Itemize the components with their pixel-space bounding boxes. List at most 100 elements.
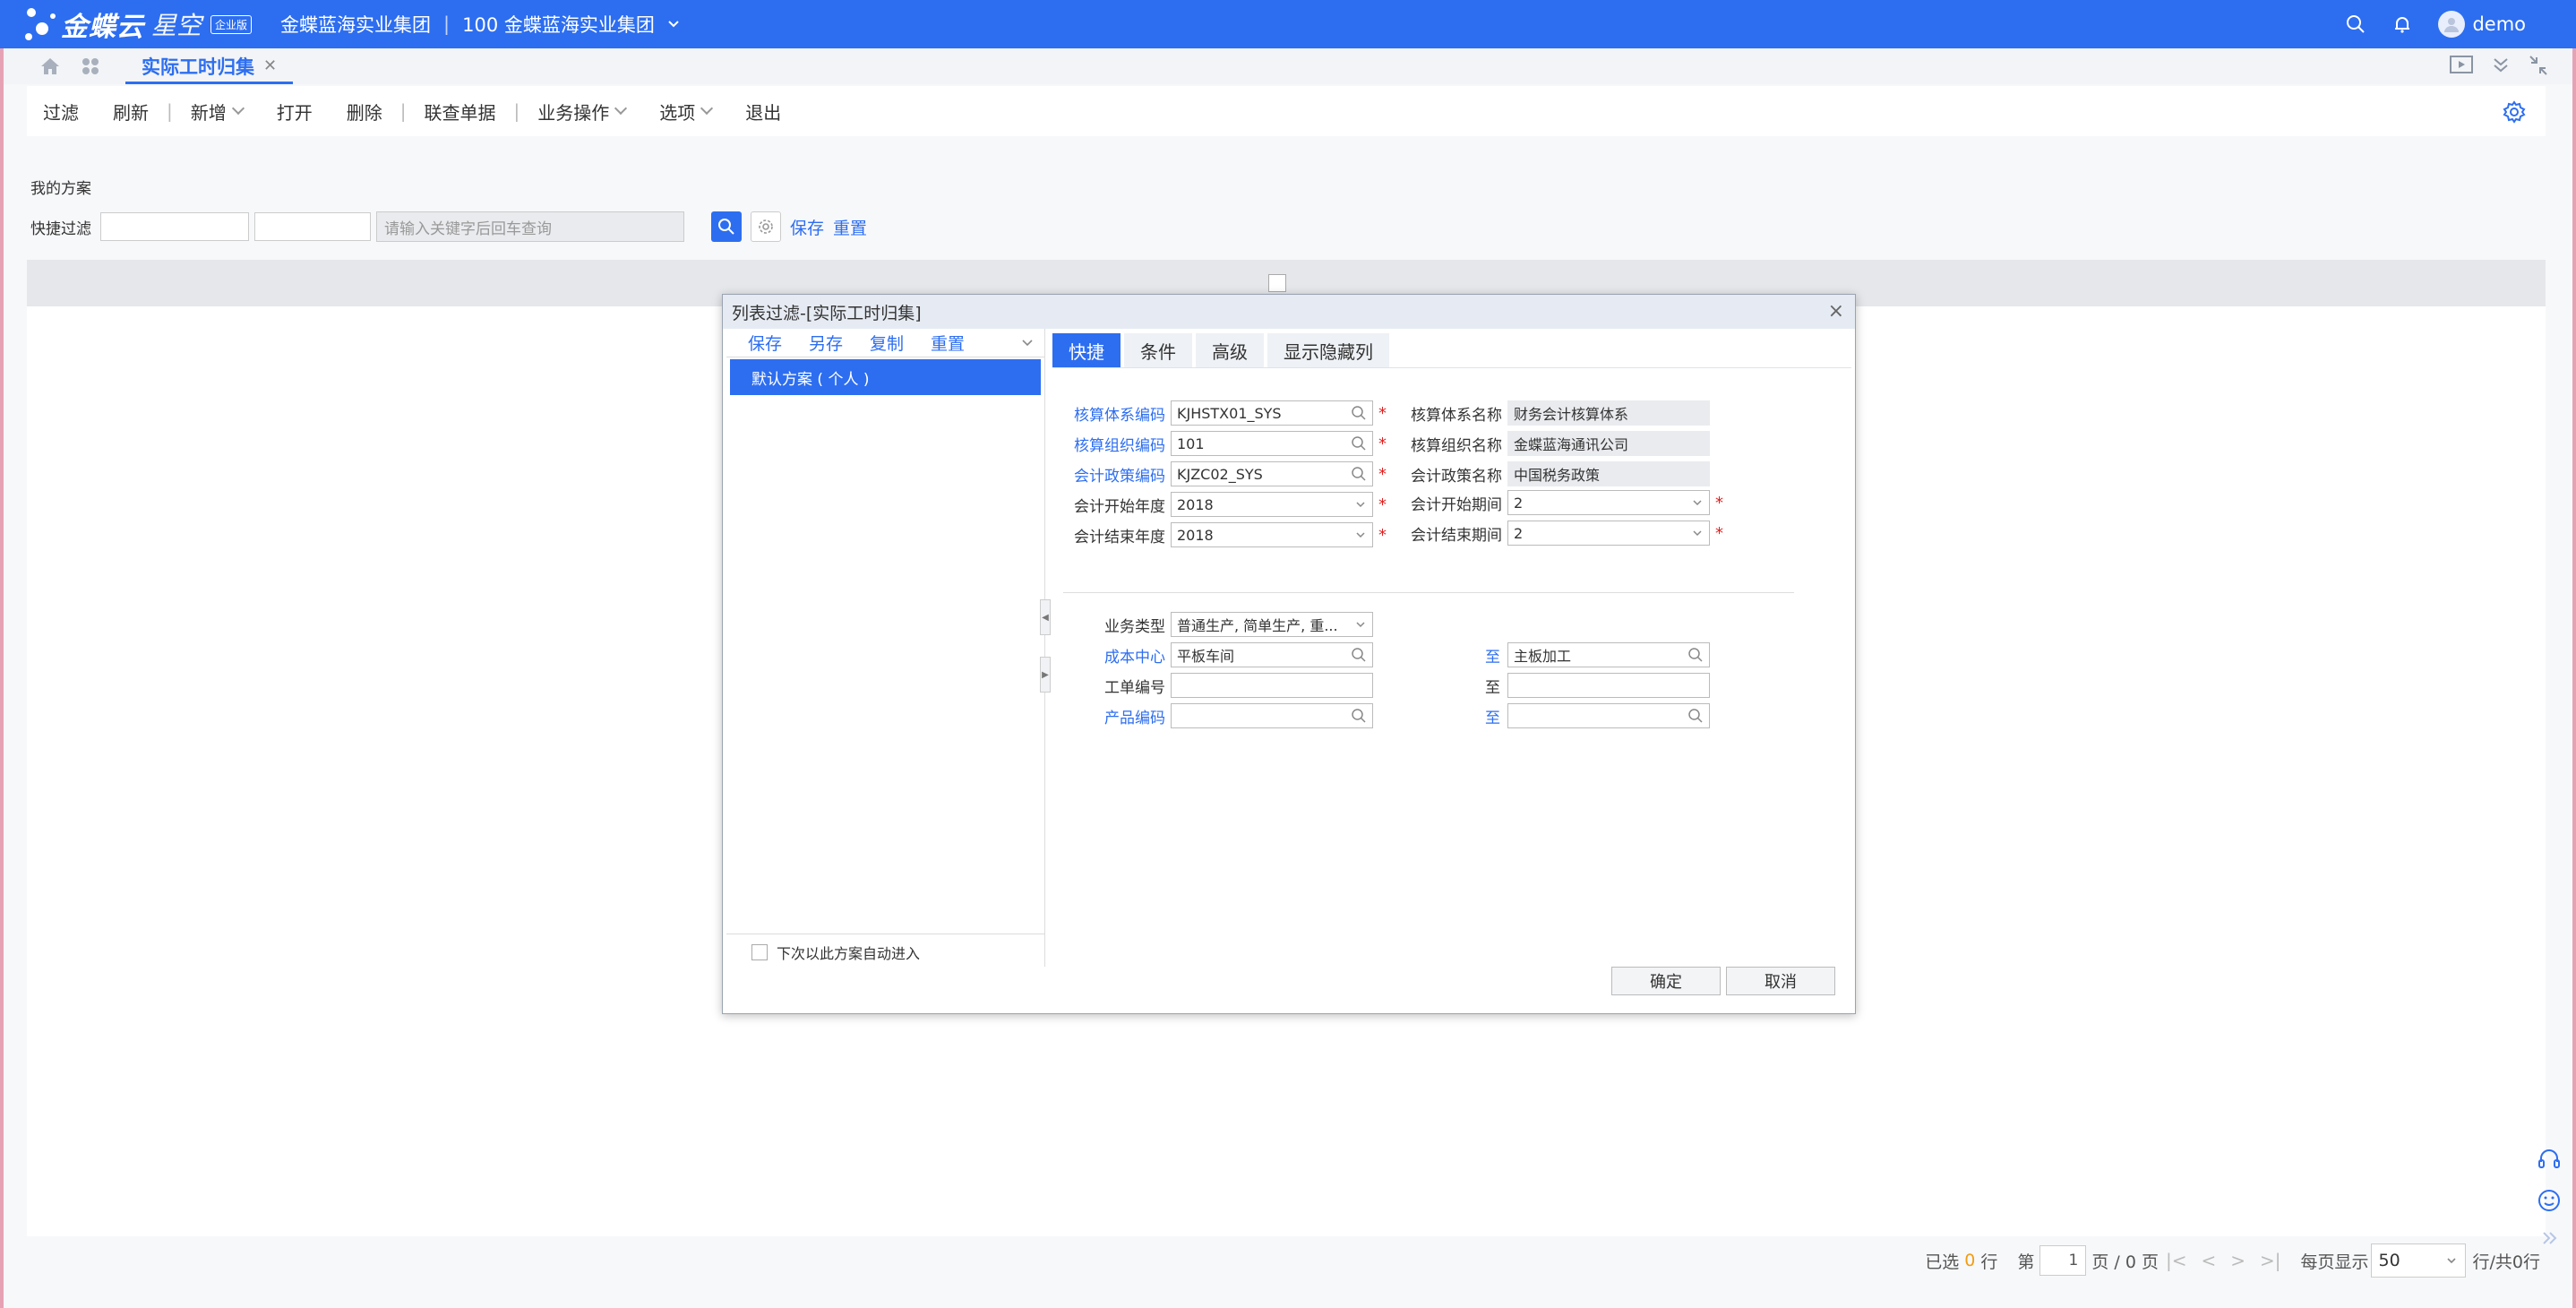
search-icon[interactable] (1351, 708, 1367, 724)
ok-button[interactable]: 确定 (1611, 967, 1721, 995)
double-chevron-right-icon[interactable] (2537, 1229, 2562, 1247)
acct-org-name-row: 核算组织名称 金蝶蓝海通讯公司 (1393, 431, 1710, 456)
bell-icon[interactable] (2391, 13, 2413, 35)
delete-button[interactable]: 删除 (347, 99, 382, 125)
collapse-left-handle[interactable]: ◀ (1040, 599, 1051, 635)
smiley-icon[interactable] (2537, 1188, 2562, 1213)
search-button[interactable] (711, 211, 742, 242)
tab-show-hide-columns[interactable]: 显示隐藏列 (1267, 333, 1389, 367)
close-icon[interactable]: × (1828, 300, 1844, 323)
product-code-to-field[interactable] (1507, 703, 1710, 728)
collapse-icon[interactable] (2528, 54, 2549, 77)
linked-query-button[interactable]: 联查单据 (425, 99, 496, 125)
save-filter-link[interactable]: 保存 (790, 215, 824, 239)
toolbar-separator: | (399, 100, 407, 122)
tab-actual-hours[interactable]: 实际工时归集 ✕ (125, 50, 294, 84)
scheme-reset-link[interactable]: 重置 (931, 331, 965, 355)
cost-center-to-field[interactable]: 主板加工 (1507, 642, 1710, 667)
caret-down-icon (614, 101, 628, 116)
apps-grid-icon[interactable] (81, 56, 100, 76)
search-icon[interactable] (1351, 435, 1367, 452)
tab-advanced[interactable]: 高级 (1196, 333, 1264, 367)
cancel-button[interactable]: 取消 (1726, 967, 1835, 995)
start-period-select[interactable]: 2 (1507, 490, 1710, 515)
headset-icon[interactable] (2537, 1147, 2562, 1172)
quick-search-input[interactable]: 请输入关键字后回车查询 (376, 211, 684, 242)
policy-name-field: 中国税务政策 (1507, 461, 1710, 486)
to-label[interactable]: 至 (1470, 644, 1507, 667)
acct-system-code-field[interactable]: KJHSTX01_SYS (1171, 400, 1373, 426)
start-year-row: 会计开始年度 2018 * (1052, 492, 1387, 517)
new-button[interactable]: 新增 (191, 99, 245, 125)
close-icon[interactable]: ✕ (263, 56, 277, 75)
org-switcher[interactable]: 金蝶蓝海实业集团 | 100 金蝶蓝海实业集团 (280, 11, 682, 38)
search-placeholder: 请输入关键字后回车查询 (384, 219, 552, 238)
policy-code-label[interactable]: 会计政策编码 (1052, 463, 1171, 486)
auto-enter-option[interactable]: 下次以此方案自动进入 (751, 942, 920, 963)
quick-filter-operator-select[interactable] (254, 212, 371, 241)
select-all-checkbox[interactable] (1268, 274, 1286, 292)
auto-enter-checkbox[interactable] (751, 944, 768, 960)
filter-settings-button[interactable] (751, 211, 781, 242)
search-icon[interactable] (1351, 466, 1367, 482)
acct-org-code-label[interactable]: 核算组织编码 (1052, 433, 1171, 455)
search-icon[interactable] (1351, 405, 1367, 421)
field-value: 主板加工 (1514, 648, 1572, 665)
next-page-icon[interactable]: > (2230, 1250, 2245, 1271)
acct-system-code-label[interactable]: 核算体系编码 (1052, 402, 1171, 425)
tab-quick[interactable]: 快捷 (1052, 333, 1121, 367)
exit-button[interactable]: 退出 (745, 99, 781, 125)
double-chevron-down-icon[interactable] (2490, 54, 2512, 77)
app-logo[interactable]: 金蝶云 星空 企业版 (23, 0, 253, 48)
play-screen-icon[interactable] (2449, 54, 2474, 77)
end-year-select[interactable]: 2018 (1171, 522, 1373, 547)
work-order-to-row: 至 (1470, 673, 1710, 698)
filter-tabs: 快捷 条件 高级 显示隐藏列 (1052, 329, 1851, 368)
reset-filter-link[interactable]: 重置 (833, 215, 867, 239)
chevron-down-icon (1356, 622, 1365, 628)
cost-center-to-row: 至 主板加工 (1470, 642, 1710, 667)
selected-prefix: 已选 (1925, 1252, 1960, 1272)
cost-center-from-field[interactable]: 平板车间 (1171, 642, 1373, 667)
start-year-select[interactable]: 2018 (1171, 492, 1373, 517)
gear-icon[interactable] (2503, 100, 2526, 124)
search-icon[interactable] (1687, 708, 1704, 724)
product-code-label[interactable]: 产品编码 (1052, 705, 1171, 727)
scheme-save-link[interactable]: 保存 (748, 331, 782, 355)
page-number-input[interactable]: 1 (2039, 1245, 2087, 1276)
user-menu[interactable]: demo (2438, 11, 2526, 38)
to-label[interactable]: 至 (1470, 705, 1507, 727)
biz-type-select[interactable]: 普通生产, 简单生产, 重... (1171, 612, 1373, 637)
last-page-icon[interactable]: >| (2260, 1250, 2281, 1271)
acct-system-name-field: 财务会计核算体系 (1507, 400, 1710, 426)
search-icon[interactable] (2345, 13, 2366, 35)
scheme-item-default[interactable]: 默认方案 ( 个人 ) (730, 359, 1041, 395)
options-button[interactable]: 选项 (659, 99, 714, 125)
expand-right-handle[interactable]: ▶ (1040, 657, 1051, 693)
refresh-button[interactable]: 刷新 (113, 99, 149, 125)
business-ops-button[interactable]: 业务操作 (537, 99, 628, 125)
work-order-label: 工单编号 (1104, 678, 1165, 697)
scheme-copy-link[interactable]: 复制 (870, 331, 904, 355)
policy-code-row: 会计政策编码 KJZC02_SYS * (1052, 461, 1387, 486)
work-order-to-input[interactable] (1507, 673, 1710, 698)
scheme-save-as-link[interactable]: 另存 (809, 331, 843, 355)
chevron-down-icon[interactable] (1019, 334, 1035, 350)
policy-code-field[interactable]: KJZC02_SYS (1171, 461, 1373, 486)
work-order-from-input[interactable] (1171, 673, 1373, 698)
search-icon[interactable] (1351, 647, 1367, 663)
tab-conditions[interactable]: 条件 (1124, 333, 1192, 367)
prev-page-icon[interactable]: < (2201, 1250, 2216, 1271)
first-page-icon[interactable]: |< (2166, 1250, 2187, 1271)
per-page-select[interactable]: 50 (2370, 1243, 2466, 1278)
quick-filter-field-select[interactable] (100, 212, 249, 241)
search-icon[interactable] (1687, 647, 1704, 663)
cost-center-label[interactable]: 成本中心 (1052, 644, 1171, 667)
acct-org-code-field[interactable]: 101 (1171, 431, 1373, 456)
end-period-select[interactable]: 2 (1507, 521, 1710, 546)
home-icon[interactable] (39, 56, 61, 76)
open-button[interactable]: 打开 (277, 99, 313, 125)
filter-button[interactable]: 过滤 (43, 99, 79, 125)
acct-org-name-field: 金蝶蓝海通讯公司 (1507, 431, 1710, 456)
product-code-from-field[interactable] (1171, 703, 1373, 728)
